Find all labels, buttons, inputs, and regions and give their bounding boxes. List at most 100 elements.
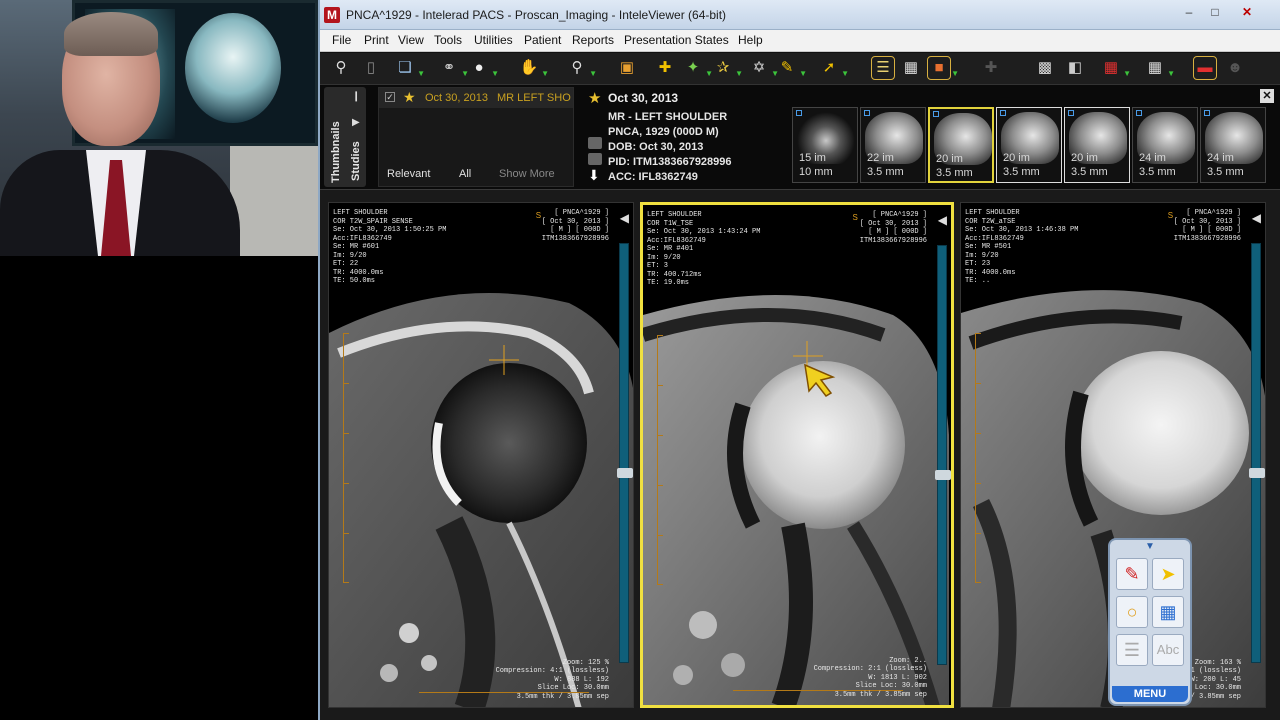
floating-tool-menu: ▼ ✎ ➤ ○ ▦ ☰ Abc MENU: [1108, 538, 1192, 706]
series-thumbnail-selected[interactable]: 20 im 3.5 mm: [928, 107, 994, 183]
series-thumbnail[interactable]: 20 im 3.5 mm: [1064, 107, 1130, 183]
series-thumbnail[interactable]: 24 im 3.5 mm: [1132, 107, 1198, 183]
webcam-video: [0, 0, 318, 256]
search-tool-icon[interactable]: ⚲: [330, 57, 352, 79]
thumb-marker-icon: [1204, 110, 1210, 116]
viewport-menu-icon[interactable]: ◀: [1252, 211, 1261, 225]
measure-tool-icon[interactable]: ✦ ▼: [682, 57, 713, 79]
overlay-series-info: LEFT SHOULDER COR T1W_TSE Se: Oct 30, 20…: [647, 211, 761, 287]
stack-icon[interactable]: ☰: [1116, 634, 1148, 666]
app-logo-icon: M: [324, 7, 340, 23]
tab-studies[interactable]: Studies: [350, 141, 362, 181]
mouse-icon[interactable]: ○: [1116, 596, 1148, 628]
presenter-hair: [64, 12, 158, 56]
menu-utilities[interactable]: Utilities: [474, 33, 513, 47]
scrollbar-thumb[interactable]: [1249, 468, 1265, 478]
pan-hand-tool-icon[interactable]: ✋ ▼: [518, 57, 549, 79]
scrollbar-thumb[interactable]: [617, 468, 633, 478]
menu-print[interactable]: Print: [364, 33, 389, 47]
menu-bar: File Print View Tools Utilities Patient …: [320, 30, 1280, 52]
pencil-tool-icon[interactable]: ✎ ▼: [776, 57, 807, 79]
image-scrollbar[interactable]: [1249, 243, 1265, 663]
series-thumbnail[interactable]: 22 im 3.5 mm: [860, 107, 926, 183]
close-button[interactable]: ✕: [1234, 4, 1260, 20]
magnify-tool-icon[interactable]: ⚭ ▼: [438, 57, 469, 79]
panel-tabs: Thumbnails Studies ❙ ▶: [324, 87, 366, 187]
arrow-tool-icon[interactable]: ➚ ▼: [818, 57, 849, 79]
patient-acc: ACC: IFL8362749: [608, 171, 698, 183]
thumb-image-count: 20 im: [1071, 152, 1098, 164]
series-thumbnail[interactable]: 15 im 10 mm: [792, 107, 858, 183]
collapse-arrow-icon[interactable]: ▼: [1110, 540, 1190, 554]
star-icon: ★: [403, 89, 416, 105]
reference-lines-tool-icon[interactable]: ■ ▼: [927, 56, 959, 80]
invert-tool-icon[interactable]: ◧: [1064, 57, 1086, 79]
menu-view[interactable]: View: [398, 33, 424, 47]
sync-tool-icon[interactable]: ☰: [871, 56, 895, 80]
collapse-icon[interactable]: ▶: [352, 117, 360, 128]
menu-file[interactable]: File: [332, 33, 351, 47]
filter-show-more[interactable]: Show More: [499, 168, 555, 180]
pin-icon[interactable]: ❙: [352, 91, 360, 102]
floating-menu-button[interactable]: MENU: [1112, 686, 1188, 702]
patient-info: ★ Oct 30, 2013 MR - LEFT SHOULDER PNCA, …: [584, 87, 788, 187]
filter-all[interactable]: All: [459, 168, 471, 180]
viewport-left[interactable]: LEFT SHOULDER COR T2W_SPAIR SENSE Se: Oc…: [328, 202, 634, 708]
thumb-image-count: 20 im: [936, 153, 963, 165]
scrollbar-thumb[interactable]: [935, 470, 951, 480]
overlay-patient-info: [ PNCA^1929 ] [ Oct 30, 2013 ] [ M ] [ 0…: [1173, 209, 1241, 243]
viewport-menu-icon[interactable]: ◀: [620, 211, 629, 225]
thumb-image-count: 15 im: [799, 152, 826, 164]
report-icon[interactable]: [588, 137, 602, 149]
menu-help[interactable]: Help: [738, 33, 763, 47]
orientation-marker: S: [852, 213, 858, 222]
scale-ruler: [975, 333, 981, 583]
menu-tools[interactable]: Tools: [434, 33, 462, 47]
document-icon[interactable]: [588, 153, 602, 165]
menu-presentation-states[interactable]: Presentation States: [624, 33, 729, 47]
image-scrollbar[interactable]: [935, 245, 951, 665]
zoom-tool-icon[interactable]: ⚲ ▼: [566, 57, 598, 79]
angle-tool-icon[interactable]: ✰ ▼: [712, 57, 743, 79]
image-layout-icon[interactable]: ▦ ▼: [1144, 57, 1175, 79]
minimize-button[interactable]: –: [1176, 4, 1202, 20]
thumb-marker-icon: [1068, 110, 1074, 116]
tab-thumbnails[interactable]: Thumbnails: [330, 121, 342, 183]
series-layout-icon[interactable]: ▦ ▼: [1100, 57, 1131, 79]
layout-tool-icon[interactable]: ❏ ▼: [394, 57, 425, 79]
maximize-button[interactable]: □: [1202, 4, 1228, 20]
title-bar: M PNCA^1929 - Intelerad PACS - Proscan_I…: [320, 0, 1280, 30]
overlay-patient-info: [ PNCA^1929 ] [ Oct 30, 2013 ] [ M ] [ 0…: [859, 211, 927, 245]
viewport-center[interactable]: LEFT SHOULDER COR T1W_TSE Se: Oct 30, 20…: [640, 202, 954, 708]
cine-tool-icon[interactable]: ▦: [900, 57, 922, 79]
page-tool-icon[interactable]: ▯: [360, 57, 382, 79]
grid-layout-icon[interactable]: ▦: [1152, 596, 1184, 628]
menu-reports[interactable]: Reports: [572, 33, 614, 47]
thumb-marker-icon: [933, 111, 939, 117]
series-thumbnail[interactable]: 20 im 3.5 mm: [996, 107, 1062, 183]
window-level-tool-icon[interactable]: ● ▼: [468, 57, 499, 79]
mouse-pointer-icon: [804, 363, 836, 397]
window-title: PNCA^1929 - Intelerad PACS - Proscan_Ima…: [346, 8, 727, 22]
study-checkbox[interactable]: ✓: [385, 92, 395, 102]
series-thumbnail[interactable]: 24 im 3.5 mm: [1200, 107, 1266, 183]
display-protocol-icon[interactable]: ▬: [1193, 56, 1217, 80]
thumb-image-count: 24 im: [1207, 152, 1234, 164]
close-thumbnails-icon[interactable]: ✕: [1260, 89, 1274, 103]
download-arrow-icon[interactable]: ⬇: [588, 167, 600, 184]
pointer-icon[interactable]: ➤: [1152, 558, 1184, 590]
crosshair-tool-icon[interactable]: ✚: [654, 57, 676, 79]
image-scrollbar[interactable]: [617, 243, 633, 663]
grid-tool-icon[interactable]: ▩: [1034, 57, 1056, 79]
annotate-tool-icon[interactable]: ✡ ▼: [748, 57, 779, 79]
study-filters: Relevant All Show More: [379, 164, 573, 186]
thumb-thickness: 3.5 mm: [867, 166, 904, 178]
study-row[interactable]: ✓ ★ Oct 30, 2013 MR LEFT SHO: [379, 88, 573, 108]
text-annotation-icon[interactable]: Abc: [1152, 634, 1184, 666]
pencil-icon[interactable]: ✎: [1116, 558, 1148, 590]
background-wall: [230, 146, 318, 256]
filter-relevant[interactable]: Relevant: [387, 168, 430, 180]
crop-tool-icon[interactable]: ▣: [616, 57, 638, 79]
viewport-menu-icon[interactable]: ◀: [938, 213, 947, 227]
menu-patient[interactable]: Patient: [524, 33, 561, 47]
